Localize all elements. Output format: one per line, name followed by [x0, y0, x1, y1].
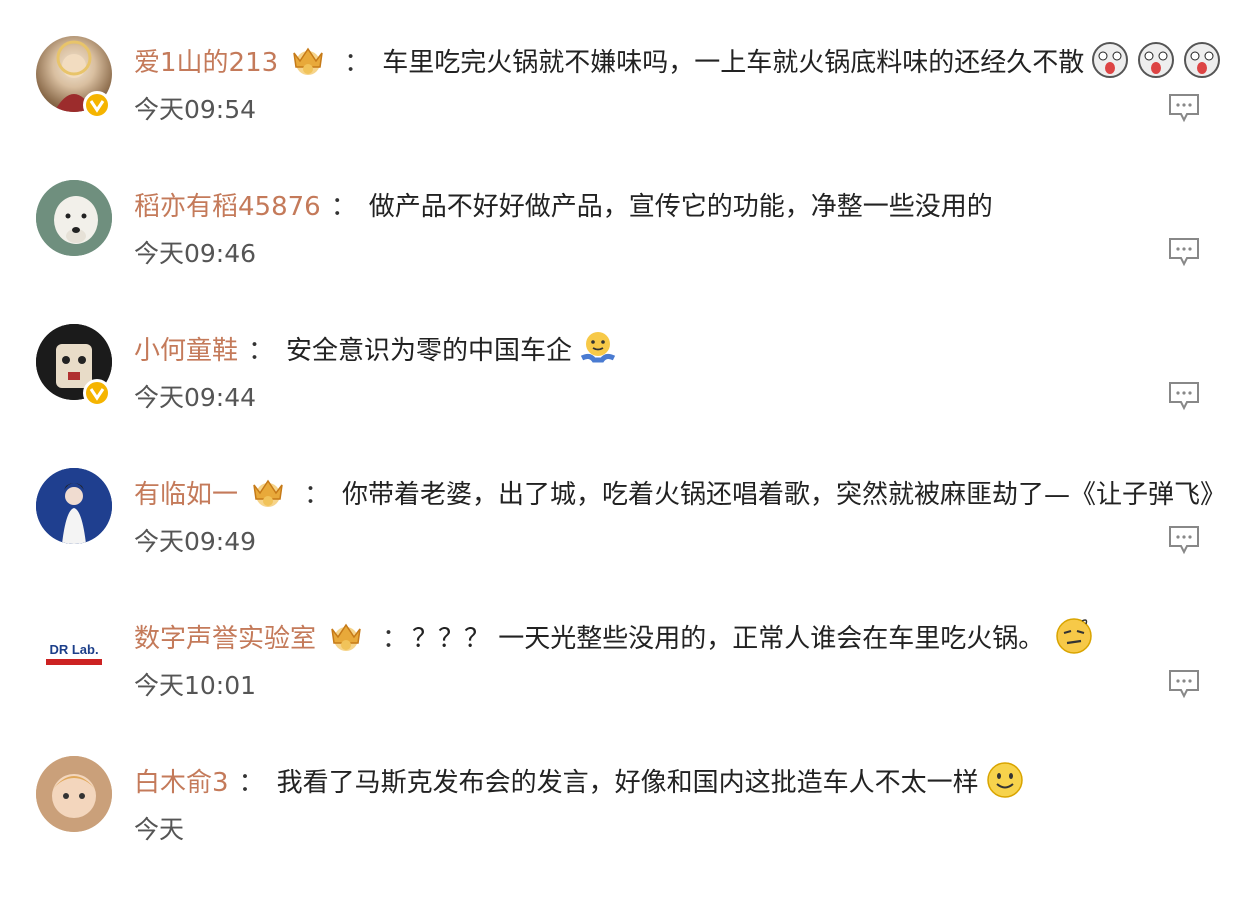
- user-avatar[interactable]: [36, 468, 112, 544]
- comment-item: DR Lab. 数字声誉实验室 ： ？？？ 一天光整些没用的，正常人谁会在车里吃…: [0, 612, 1242, 756]
- user-avatar[interactable]: DR Lab.: [36, 612, 112, 688]
- avatar-logo-text: DR Lab.: [49, 641, 99, 657]
- username-link[interactable]: 数字声誉实验室: [134, 618, 316, 655]
- user-avatar[interactable]: [36, 756, 112, 832]
- user-avatar[interactable]: [36, 36, 112, 119]
- verified-badge-icon: [83, 91, 111, 119]
- username-link[interactable]: 白木俞3: [134, 762, 229, 799]
- separator: ：: [382, 623, 409, 654]
- user-avatar[interactable]: [36, 180, 112, 256]
- surprised-face-emoji: [1090, 40, 1130, 80]
- separator: ：: [330, 191, 357, 222]
- surprised-face-emoji: [1136, 40, 1176, 80]
- shrug-face-emoji: [578, 328, 618, 368]
- doubt-face-emoji: [1054, 616, 1094, 656]
- comment-reply-icon[interactable]: [1167, 524, 1201, 556]
- comment-reply-icon[interactable]: [1167, 92, 1201, 124]
- separator: ：: [248, 335, 275, 366]
- comment-text: 我看了马斯克发布会的发言，好像和国内这批造车人不太一样: [276, 767, 979, 798]
- verified-badge-icon: [83, 379, 111, 407]
- comment-text: 车里吃完火锅就不嫌味吗，一上车就火锅底料味的还经久不散: [382, 47, 1085, 78]
- comment-item: 爱1山的213 ： 车里吃完火锅就不嫌味吗，一上车就火锅底料味的还经久不散 今天…: [0, 36, 1242, 180]
- comment-item: 小何童鞋 ： 安全意识为零的中国车企 今天09:44: [0, 324, 1242, 468]
- username-link[interactable]: 爱1山的213: [134, 42, 278, 79]
- separator: ：: [304, 479, 331, 510]
- member-crown-icon: [288, 43, 328, 77]
- comment-timestamp: 今天09:46: [134, 239, 257, 268]
- comment-text: 安全意识为零的中国车企: [286, 335, 573, 366]
- separator: ：: [344, 47, 371, 78]
- username-link[interactable]: 小何童鞋: [134, 330, 238, 367]
- comment-item: 有临如一 ： 你带着老婆，出了城，吃着火锅还唱着歌，突然就被麻匪劫了—《让子弹飞…: [0, 468, 1242, 612]
- comment-text: 做产品不好好做产品，宣传它的功能，净整一些没用的: [368, 191, 993, 222]
- user-avatar[interactable]: [36, 324, 112, 407]
- smile-face-emoji: [985, 760, 1025, 800]
- comment-item: 稻亦有稻45876 ： 做产品不好好做产品，宣传它的功能，净整一些没用的 今天0…: [0, 180, 1242, 324]
- separator: ：: [238, 767, 265, 798]
- comment-text: ？？？ 一天光整些没用的，正常人谁会在车里吃火锅。: [412, 623, 1045, 654]
- member-crown-icon: [248, 475, 288, 509]
- comment-timestamp: 今天09:54: [134, 95, 257, 124]
- comment-reply-icon[interactable]: [1167, 668, 1201, 700]
- comment-timestamp: 今天09:49: [134, 527, 257, 556]
- comment-text: 你带着老婆，出了城，吃着火锅还唱着歌，突然就被麻匪劫了—《让子弹飞》: [342, 479, 1227, 510]
- member-crown-icon: [326, 619, 366, 653]
- comment-reply-icon[interactable]: [1167, 236, 1201, 268]
- comment-reply-icon[interactable]: [1167, 380, 1201, 412]
- username-link[interactable]: 稻亦有稻45876: [134, 186, 321, 223]
- avatar-logo-bar: [46, 658, 102, 665]
- surprised-face-emoji: [1182, 40, 1222, 80]
- comment-item: 白木俞3 ： 我看了马斯克发布会的发言，好像和国内这批造车人不太一样 今天: [0, 756, 1242, 900]
- comment-timestamp: 今天09:44: [134, 383, 257, 412]
- comment-timestamp: 今天10:01: [134, 671, 257, 700]
- comment-timestamp: 今天: [134, 815, 185, 844]
- username-link[interactable]: 有临如一: [134, 474, 238, 511]
